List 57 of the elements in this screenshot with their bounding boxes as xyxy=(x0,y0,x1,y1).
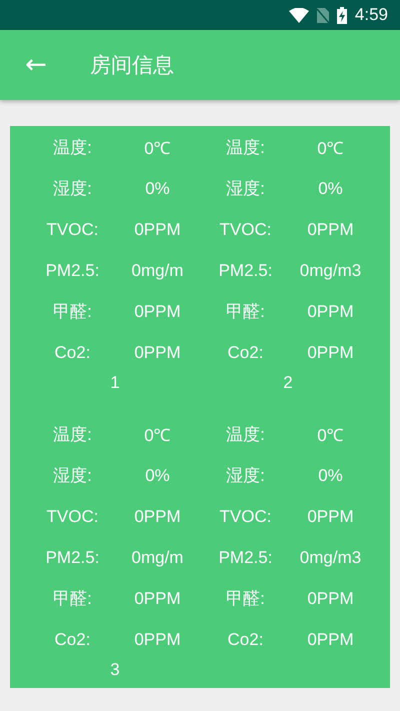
reading-value: 0PPM xyxy=(307,302,354,322)
reading-label: 甲醛: xyxy=(226,301,265,323)
reading-value: 0% xyxy=(318,178,343,198)
reading-label: 温度: xyxy=(53,424,92,446)
reading-label: PM2.5: xyxy=(218,548,272,568)
reading-value: 0mg/m3 xyxy=(300,260,362,280)
reading-value: 0PPM xyxy=(307,220,354,240)
reading-label: 甲醛: xyxy=(53,301,92,323)
reading-value: 0PPM xyxy=(134,630,181,650)
reading-value: 0PPM xyxy=(134,588,181,608)
reading-value: 0% xyxy=(318,466,343,486)
reading-value: 0℃ xyxy=(317,425,344,446)
room-number: 1 xyxy=(110,373,120,393)
reading-label: 温度: xyxy=(226,137,265,159)
battery-charging-icon xyxy=(336,6,347,24)
reading-label: 甲醛: xyxy=(53,588,92,610)
reading-label: PM2.5: xyxy=(218,260,272,280)
clock-time: 4:59 xyxy=(354,5,388,25)
reading-value: 0PPM xyxy=(134,302,181,322)
reading-value: 0mg/m xyxy=(132,548,184,568)
reading-label: 温度: xyxy=(226,424,265,446)
reading-label: 湿度: xyxy=(53,465,92,487)
reading-label: TVOC: xyxy=(220,220,272,240)
reading-value: 0PPM xyxy=(307,342,354,362)
reading-value: 0% xyxy=(145,466,170,486)
back-button[interactable]: ← xyxy=(22,52,50,78)
reading-label: 温度: xyxy=(53,137,92,159)
reading-label: TVOC: xyxy=(46,220,98,240)
reading-value: 0% xyxy=(145,178,170,198)
reading-value: 0℃ xyxy=(144,138,171,159)
reading-value: 0PPM xyxy=(307,630,354,650)
reading-label: Co2: xyxy=(228,342,264,362)
reading-value: 0mg/m3 xyxy=(300,548,362,568)
reading-value: 0PPM xyxy=(307,506,354,526)
reading-value: 0℃ xyxy=(144,425,171,446)
reading-label: TVOC: xyxy=(220,506,272,526)
reading-value: 0℃ xyxy=(317,138,344,159)
reading-value: 0mg/m xyxy=(132,260,184,280)
room-number: 3 xyxy=(110,660,120,680)
page-title: 房间信息 xyxy=(90,52,174,79)
reading-value: 0PPM xyxy=(134,342,181,362)
room-number: 2 xyxy=(283,373,293,393)
wifi-icon xyxy=(288,8,309,22)
reading-label: 甲醛: xyxy=(226,588,265,610)
reading-value: 0PPM xyxy=(134,220,181,240)
reading-label: 湿度: xyxy=(226,178,265,200)
reading-label: PM2.5: xyxy=(46,548,100,568)
reading-label: 湿度: xyxy=(226,465,265,487)
reading-value: 0PPM xyxy=(307,588,354,608)
reading-label: Co2: xyxy=(54,342,90,362)
no-sim-icon xyxy=(316,8,329,22)
reading-value: 0PPM xyxy=(134,506,181,526)
reading-label: TVOC: xyxy=(46,506,98,526)
reading-label: Co2: xyxy=(54,630,90,650)
reading-label: 湿度: xyxy=(53,178,92,200)
reading-label: PM2.5: xyxy=(46,260,100,280)
reading-label: Co2: xyxy=(228,630,264,650)
